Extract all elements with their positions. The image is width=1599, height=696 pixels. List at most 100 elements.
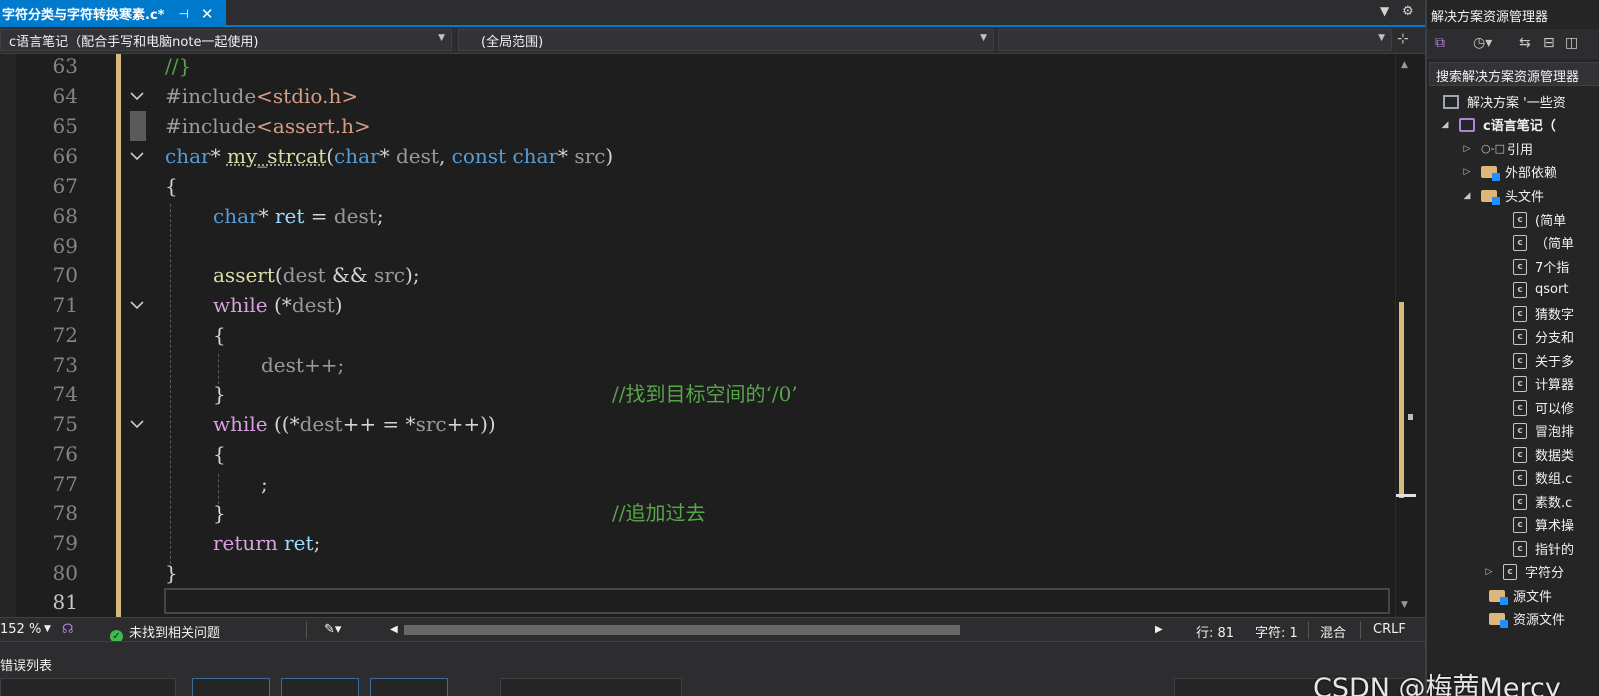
code-line[interactable]: 77 ; [0, 469, 1392, 499]
copy-icon[interactable]: ◫ [1565, 35, 1578, 51]
tree-file[interactable]: c 关于多 [1513, 349, 1574, 372]
code-line[interactable]: 69 [0, 231, 1392, 261]
scroll-left-icon[interactable]: ◀ [390, 624, 398, 635]
panel-button[interactable] [281, 678, 359, 696]
char-indicator[interactable]: 字符: 1 [1255, 622, 1298, 641]
navigation-bar: c语言笔记（配合手写和电脑note一起使用) ▼ (全局范围) ▼ ▼ [0, 27, 1425, 54]
tree-file[interactable]: c 冒泡排 [1513, 419, 1574, 442]
tree-headers[interactable]: ◢ 头文件 [1461, 184, 1544, 207]
line-number: 76 [52, 442, 78, 466]
switch-views-icon[interactable]: ⧉ [1435, 35, 1445, 51]
code-text: ; [261, 472, 268, 496]
zoom-level[interactable]: 152 % [0, 622, 41, 637]
code-line[interactable]: 68 char* ret = dest; [0, 201, 1392, 231]
copilot-icon[interactable]: ☊ [62, 622, 74, 637]
code-line[interactable]: 73 dest++; [0, 350, 1392, 380]
chevron-down-icon[interactable]: ▼ [44, 624, 51, 634]
tree-file[interactable]: c 可以修 [1513, 396, 1574, 419]
change-marker [116, 111, 121, 141]
code-line[interactable]: 79 return ret; [0, 528, 1392, 558]
scroll-down-icon[interactable]: ▼ [1401, 600, 1408, 610]
code-line[interactable]: 78 } //追加过去 [0, 498, 1392, 528]
tree-project[interactable]: ◢ c语言笔记（ [1439, 113, 1556, 136]
hscroll-thumb[interactable] [404, 625, 960, 635]
code-line[interactable]: 65 #include<assert.h> [0, 111, 1392, 141]
line-number: 81 [52, 590, 78, 614]
line-number: 69 [52, 234, 78, 258]
line-indicator[interactable]: 行: 81 [1196, 622, 1234, 641]
collapse-icon[interactable]: ⊟ [1543, 35, 1555, 51]
tree-file[interactable]: c qsort [1513, 278, 1568, 301]
scroll-up-icon[interactable]: ▲ [1401, 60, 1408, 70]
code-line[interactable]: 76 { [0, 439, 1392, 469]
tree-external-deps[interactable]: ▷ 外部依赖 [1461, 160, 1557, 183]
expanded-triangle-icon[interactable]: ◢ [1461, 191, 1473, 201]
tree-source-files[interactable]: 源文件 [1489, 584, 1552, 607]
project-icon [1459, 117, 1475, 132]
code-line[interactable]: 72 { [0, 320, 1392, 350]
history-icon[interactable]: ◷▾ [1473, 35, 1492, 51]
code-line[interactable]: 70 assert(dest && src); [0, 260, 1392, 290]
code-line[interactable]: 63 //} [0, 54, 1392, 81]
change-marker [116, 439, 121, 469]
line-ending[interactable]: CRLF [1373, 622, 1406, 637]
close-icon[interactable]: ✕ [201, 5, 214, 23]
expanded-triangle-icon[interactable]: ◢ [1439, 120, 1451, 130]
tree-file[interactable]: c 指针的 [1513, 537, 1574, 560]
tab-overflow-icon[interactable]: ▼ [1380, 4, 1389, 18]
c-file-icon: c [1513, 540, 1527, 557]
tree-file[interactable]: ▷ c 字符分 [1483, 560, 1564, 583]
scroll-right-icon[interactable]: ▶ [1155, 624, 1163, 635]
code-line[interactable]: 67 { [0, 171, 1392, 201]
solution-search-input[interactable]: 搜索解决方案资源管理器 [1429, 62, 1599, 86]
code-line[interactable]: 74 } //找到目标空间的‘/0’ [0, 379, 1392, 409]
brush-icon[interactable]: ✎▾ [324, 622, 341, 637]
vertical-scrollbar[interactable]: ▲ ▼ [1395, 54, 1416, 617]
code-line[interactable]: 80 } [0, 558, 1392, 588]
problems-status[interactable]: ✓ 未找到相关问题 [110, 622, 220, 643]
code-line[interactable]: 75 while ((*dest++ = *src++)) [0, 409, 1392, 439]
panel-search[interactable] [500, 678, 682, 696]
tree-resource-files[interactable]: 资源文件 [1489, 607, 1565, 630]
scope-dropdown[interactable]: (全局范围) ▼ [458, 29, 994, 51]
active-document-tab[interactable]: 字符分类与字符转换寒素.c* ⊣ ✕ [0, 0, 226, 27]
horizontal-scrollbar[interactable] [404, 625, 1152, 635]
tree-references[interactable]: ▷ ○-□ 引用 [1461, 137, 1533, 160]
tree-file[interactable]: c 分支和 [1513, 325, 1574, 348]
code-line[interactable]: 64 #include<stdio.h> [0, 81, 1392, 111]
panel-button[interactable] [192, 678, 270, 696]
whitespace-mode[interactable]: 混合 [1320, 622, 1346, 641]
tree-file[interactable]: c 算术操 [1513, 513, 1574, 536]
tree-file[interactable]: c 数组.c [1513, 466, 1572, 489]
tree-file[interactable]: c 计算器 [1513, 372, 1574, 395]
tree-file[interactable]: c 素数.c [1513, 490, 1572, 513]
code-line[interactable]: 71 while (*dest) [0, 290, 1392, 320]
member-dropdown[interactable]: ▼ [998, 29, 1392, 51]
tree-solution[interactable]: 解决方案 '一些资 [1443, 90, 1566, 113]
panel-filter[interactable] [0, 678, 176, 696]
scroll-thumb[interactable] [1408, 414, 1413, 420]
fold-chevron-icon[interactable] [129, 417, 145, 431]
sync-icon[interactable]: ⇆ [1519, 35, 1531, 51]
collapsed-triangle-icon[interactable]: ▷ [1483, 567, 1495, 577]
tree-file[interactable]: c 7个指 [1513, 255, 1569, 278]
panel-title[interactable]: 错误列表 [0, 655, 52, 674]
pin-icon[interactable]: ⊣ [178, 7, 188, 21]
panel-button[interactable] [370, 678, 448, 696]
collapsed-triangle-icon[interactable]: ▷ [1461, 167, 1473, 177]
tree-file[interactable]: c 数据类 [1513, 443, 1574, 466]
code-line[interactable]: 66 char* my_strcat(char* dest, const cha… [0, 141, 1392, 171]
split-window-icon[interactable]: ⊹ [1397, 31, 1409, 47]
fold-chevron-icon[interactable] [129, 298, 145, 312]
fold-chevron-icon[interactable] [129, 149, 145, 163]
collapsed-triangle-icon[interactable]: ▷ [1461, 144, 1473, 154]
tree-file[interactable]: c （简单 [1513, 231, 1574, 254]
tree-file[interactable]: c 猜数字 [1513, 302, 1574, 325]
change-marker [116, 587, 121, 617]
fold-chevron-icon[interactable] [129, 89, 145, 103]
gear-icon[interactable]: ⚙ [1402, 4, 1414, 19]
project-dropdown[interactable]: c语言笔记（配合手写和电脑note一起使用) ▼ [0, 29, 452, 51]
code-editor[interactable]: 63 //} 64 #include<stdio.h> 65 #include<… [0, 54, 1415, 617]
chevron-down-icon: ▼ [980, 33, 987, 43]
tree-file[interactable]: c (简单 [1513, 208, 1566, 231]
